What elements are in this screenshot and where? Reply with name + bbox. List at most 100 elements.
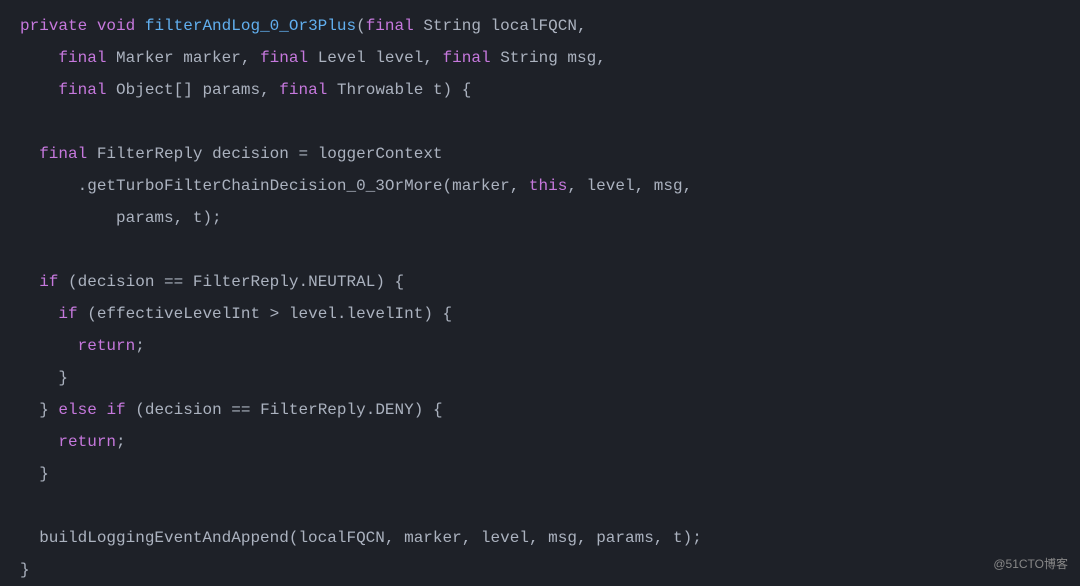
code-line-18: } — [20, 561, 30, 579]
paren-open: ( — [356, 17, 366, 35]
keyword-private: private — [20, 17, 87, 35]
type-throwable: Throwable — [337, 81, 423, 99]
keyword-return: return — [58, 433, 116, 451]
type-filterreply: FilterReply — [260, 401, 366, 419]
watermark: @51CTO博客 — [993, 552, 1068, 576]
keyword-this: this — [529, 177, 567, 195]
brace-close: } — [58, 369, 68, 387]
dot: . — [78, 177, 88, 195]
keyword-if: if — [106, 401, 125, 419]
var-level: level — [375, 49, 423, 67]
code-line-6: .getTurboFilterChainDecision_0_3OrMore(m… — [20, 177, 692, 195]
code-line-12: } — [20, 369, 68, 387]
var-msg: msg — [654, 177, 683, 195]
comma: , — [577, 529, 587, 547]
comma: , — [241, 49, 251, 67]
prop-neutral: NEUTRAL — [308, 273, 375, 291]
var-loggerContext: loggerContext — [318, 145, 443, 163]
prop-deny: DENY — [375, 401, 413, 419]
keyword-final: final — [58, 49, 106, 67]
semicolon: ; — [116, 433, 126, 451]
var-localFQCN: localFQCN — [298, 529, 384, 547]
code-editor[interactable]: private void filterAndLog_0_Or3Plus(fina… — [20, 10, 1060, 586]
var-decision: decision — [145, 401, 222, 419]
keyword-void: void — [97, 17, 135, 35]
comma: , — [596, 49, 606, 67]
method-name: filterAndLog_0_Or3Plus — [145, 17, 356, 35]
code-line-15: } — [20, 465, 49, 483]
var-t: t — [673, 529, 683, 547]
var-msg: msg — [567, 49, 596, 67]
type-filterreply: FilterReply — [193, 273, 299, 291]
comma: , — [529, 529, 539, 547]
var-t: t — [433, 81, 443, 99]
comma: , — [260, 81, 270, 99]
comma: , — [385, 529, 395, 547]
code-line-3: final Object[] params, final Throwable t… — [20, 81, 471, 99]
var-localFQCN: localFQCN — [491, 17, 577, 35]
var-marker: marker — [404, 529, 462, 547]
brackets: [] — [174, 81, 193, 99]
keyword-final: final — [366, 17, 414, 35]
type-filterreply: FilterReply — [97, 145, 203, 163]
var-marker: marker — [183, 49, 241, 67]
keyword-final: final — [39, 145, 87, 163]
comma: , — [654, 529, 664, 547]
paren-open: ( — [442, 177, 452, 195]
brace-close: } — [39, 465, 49, 483]
keyword-final: final — [443, 49, 491, 67]
var-params: params — [596, 529, 654, 547]
var-level: level — [289, 305, 337, 323]
comma: , — [174, 209, 184, 227]
var-decision: decision — [78, 273, 155, 291]
paren-open: ( — [87, 305, 97, 323]
dot: . — [298, 273, 308, 291]
code-line-7: params, t); — [20, 209, 222, 227]
type-object: Object — [116, 81, 174, 99]
var-marker: marker — [452, 177, 510, 195]
keyword-final: final — [279, 81, 327, 99]
paren-open: ( — [289, 529, 299, 547]
type-level: Level — [318, 49, 366, 67]
brace-close: } — [20, 561, 30, 579]
code-line-13: } else if (decision == FilterReply.DENY)… — [20, 401, 443, 419]
var-t: t — [193, 209, 203, 227]
var-params: params — [202, 81, 260, 99]
keyword-if: if — [39, 273, 58, 291]
dot: . — [337, 305, 347, 323]
operator-gt: > — [270, 305, 280, 323]
var-msg: msg — [548, 529, 577, 547]
type-string: String — [423, 17, 481, 35]
keyword-final: final — [58, 81, 106, 99]
dot: . — [366, 401, 376, 419]
comma: , — [683, 177, 693, 195]
code-line-5: final FilterReply decision = loggerConte… — [20, 145, 443, 163]
code-line-2: final Marker marker, final Level level, … — [20, 49, 606, 67]
paren-close-brace: ) { — [375, 273, 404, 291]
keyword-else: else — [58, 401, 96, 419]
keyword-return: return — [78, 337, 136, 355]
paren-close-semi: ); — [202, 209, 221, 227]
type-marker: Marker — [116, 49, 174, 67]
var-effectiveLevelInt: effectiveLevelInt — [97, 305, 260, 323]
type-string: String — [500, 49, 558, 67]
var-level: level — [587, 177, 635, 195]
comma: , — [635, 177, 645, 195]
code-line-11: return; — [20, 337, 145, 355]
var-params: params — [116, 209, 174, 227]
paren-open: ( — [135, 401, 145, 419]
operator-eq: == — [231, 401, 250, 419]
method-call: buildLoggingEventAndAppend — [39, 529, 289, 547]
code-line-10: if (effectiveLevelInt > level.levelInt) … — [20, 305, 452, 323]
paren-close-semi: ); — [683, 529, 702, 547]
comma: , — [567, 177, 577, 195]
comma: , — [510, 177, 520, 195]
prop-levelInt: levelInt — [347, 305, 424, 323]
method-call: getTurboFilterChainDecision_0_3OrMore — [87, 177, 442, 195]
keyword-final: final — [260, 49, 308, 67]
paren-open: ( — [68, 273, 78, 291]
paren-close-brace: ) { — [443, 81, 472, 99]
code-line-9: if (decision == FilterReply.NEUTRAL) { — [20, 273, 404, 291]
semicolon: ; — [135, 337, 145, 355]
comma: , — [577, 17, 587, 35]
